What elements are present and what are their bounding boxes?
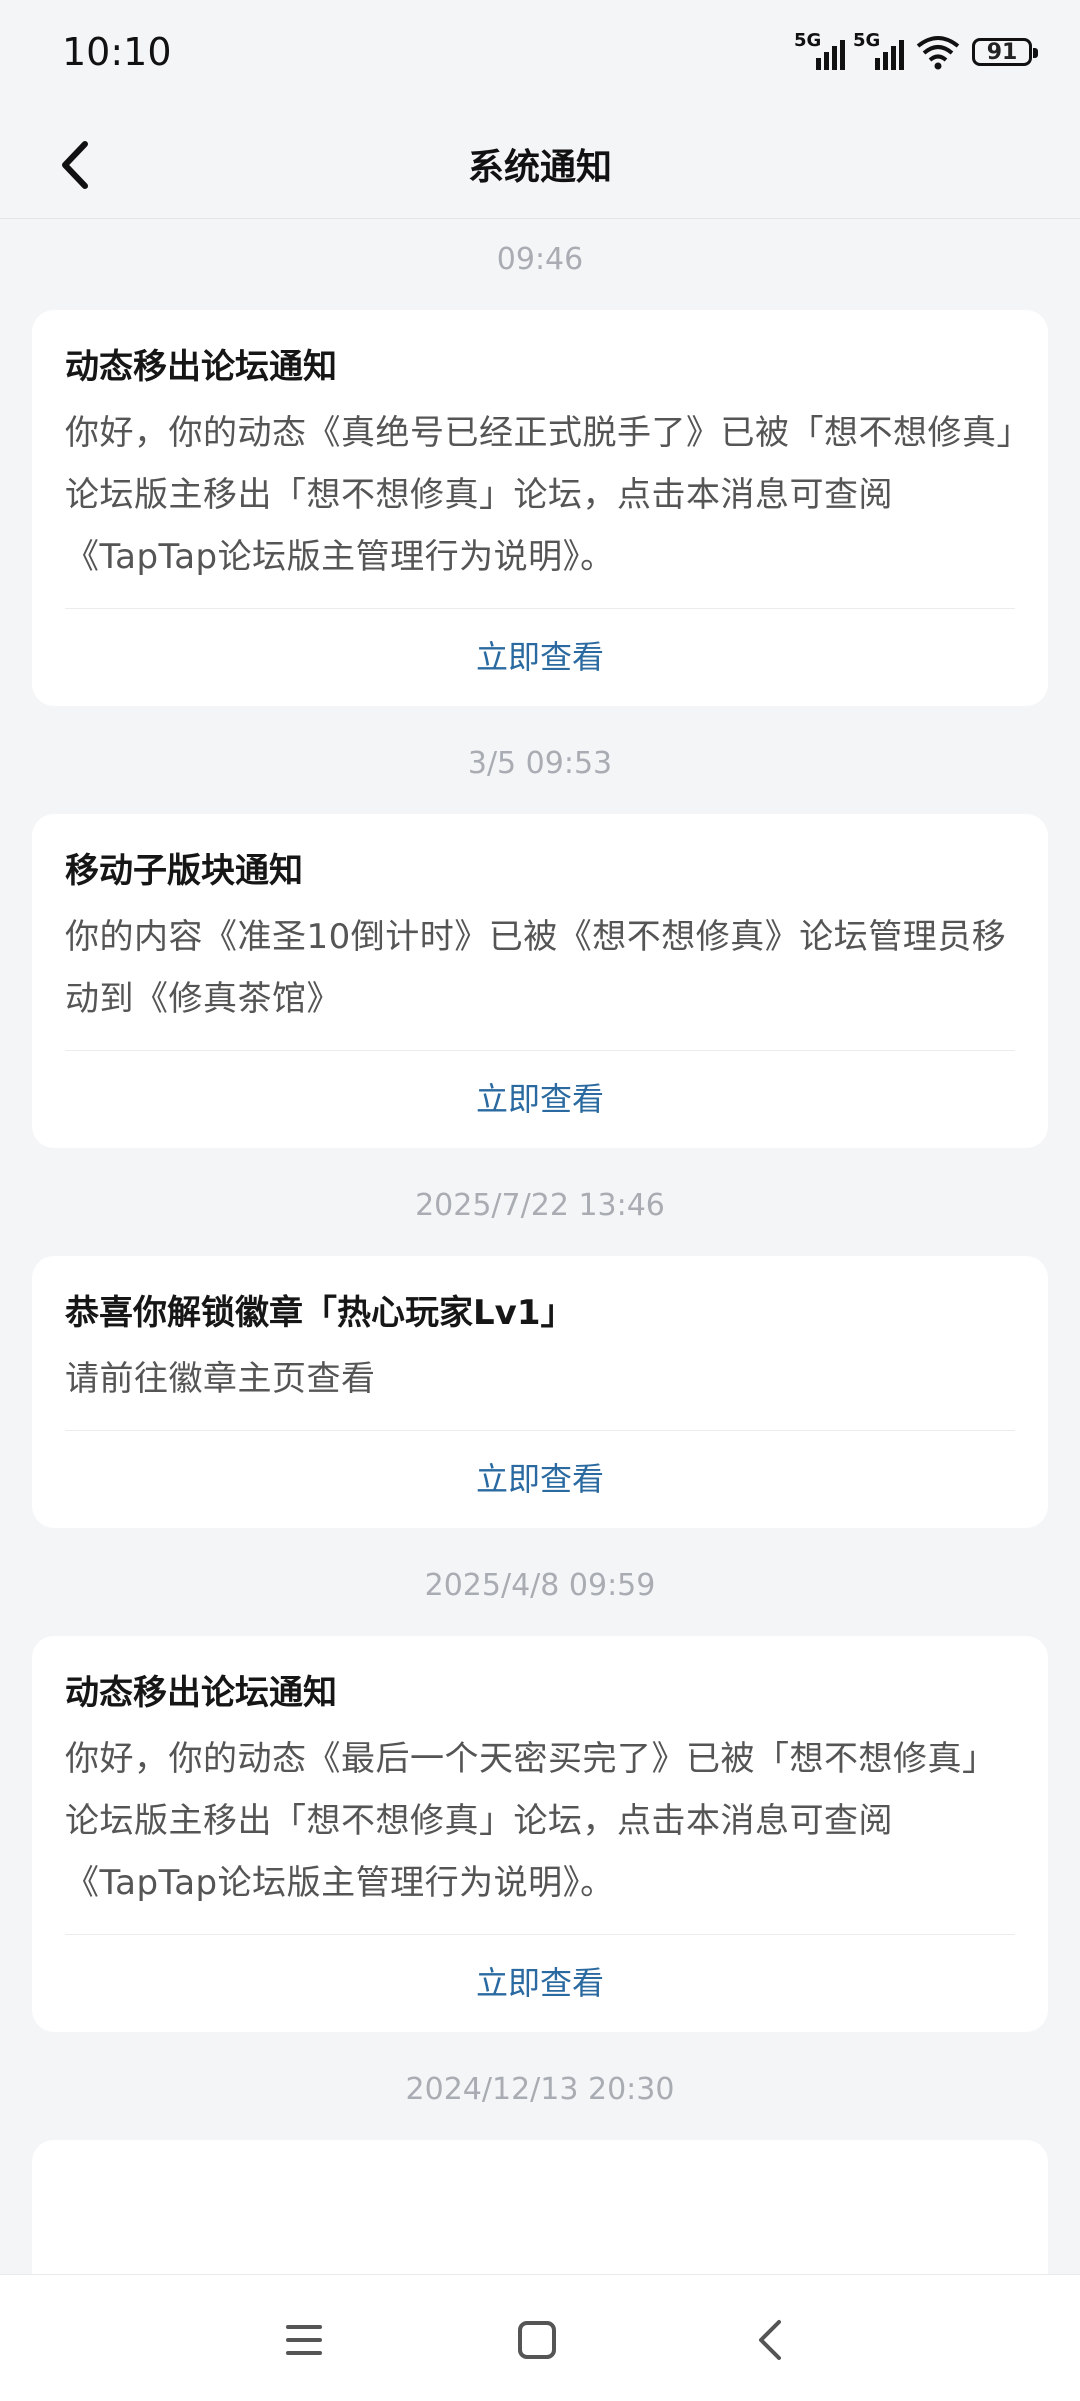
back-nav-button[interactable] xyxy=(730,2305,810,2375)
network-type-label: 5G xyxy=(794,30,822,51)
notification-timestamp: 2025/7/22 13:46 xyxy=(415,1188,665,1223)
notification-list[interactable]: 09:46 动态移出论坛通知 你好，你的动态《真绝号已经正式脱手了》已被「想不想… xyxy=(0,219,1080,2274)
view-now-button[interactable]: 立即查看 xyxy=(65,609,1015,706)
status-icons: 5G 5G 91 xyxy=(794,30,1038,70)
notification-body: 你好，你的动态《真绝号已经正式脱手了》已被「想不想修真」论坛版主移出「想不想修真… xyxy=(65,413,1014,577)
notification-body: 请前往徽章主页查看 xyxy=(65,1359,376,1399)
battery-level: 91 xyxy=(986,39,1018,65)
view-now-button[interactable]: 立即查看 xyxy=(65,1051,1015,1148)
notification-title: 动态移出论坛通知 xyxy=(65,347,337,387)
system-navigation-bar xyxy=(0,2274,1080,2401)
menu-icon xyxy=(286,2325,322,2355)
recent-apps-button[interactable] xyxy=(264,2305,344,2375)
home-square-icon xyxy=(518,2321,556,2359)
notification-card[interactable]: 移动子版块通知 你的内容《准圣10倒计时》已被《想不想修真》论坛管理员移动到《修… xyxy=(32,814,1048,1148)
wifi-icon xyxy=(916,36,960,70)
notification-card[interactable]: 动态移出论坛通知 你好，你的动态《最后一个天密买完了》已被「想不想修真」论坛版主… xyxy=(32,1636,1048,2032)
notification-body: 你好，你的动态《最后一个天密买完了》已被「想不想修真」论坛版主移出「想不想修真」… xyxy=(65,1739,997,1903)
status-bar: 10:10 5G 5G 91 xyxy=(0,0,1080,110)
signal-icon: 5G xyxy=(853,30,904,70)
home-button[interactable] xyxy=(497,2305,577,2375)
notification-card[interactable]: 恭喜你解锁徽章「热心玩家Lv1」 请前往徽章主页查看 立即查看 xyxy=(32,1256,1048,1528)
signal-icon: 5G xyxy=(794,30,845,70)
page-title: 系统通知 xyxy=(467,147,612,188)
notification-title: 动态移出论坛通知 xyxy=(65,1673,337,1713)
status-time: 10:10 xyxy=(62,30,172,74)
notification-card[interactable] xyxy=(32,2140,1048,2274)
notification-timestamp: 3/5 09:53 xyxy=(467,746,613,781)
notification-timestamp: 2024/12/13 20:30 xyxy=(405,2072,675,2107)
view-now-button[interactable]: 立即查看 xyxy=(65,1431,1015,1528)
notification-card[interactable]: 动态移出论坛通知 你好，你的动态《真绝号已经正式脱手了》已被「想不想修真」论坛版… xyxy=(32,310,1048,706)
notification-timestamp: 2025/4/8 09:59 xyxy=(424,1568,656,1603)
header: 系统通知 xyxy=(0,110,1080,219)
network-type-label: 5G xyxy=(853,30,881,51)
notification-body: 你的内容《准圣10倒计时》已被《想不想修真》论坛管理员移动到《修真茶馆》 xyxy=(65,917,1007,1019)
notification-timestamp: 09:46 xyxy=(496,242,584,277)
battery-icon: 91 xyxy=(972,38,1038,66)
notification-title: 恭喜你解锁徽章「热心玩家Lv1」 xyxy=(65,1293,575,1333)
notification-title: 移动子版块通知 xyxy=(65,851,303,891)
view-now-button[interactable]: 立即查看 xyxy=(65,1935,1015,2032)
back-triangle-icon xyxy=(759,2320,781,2360)
